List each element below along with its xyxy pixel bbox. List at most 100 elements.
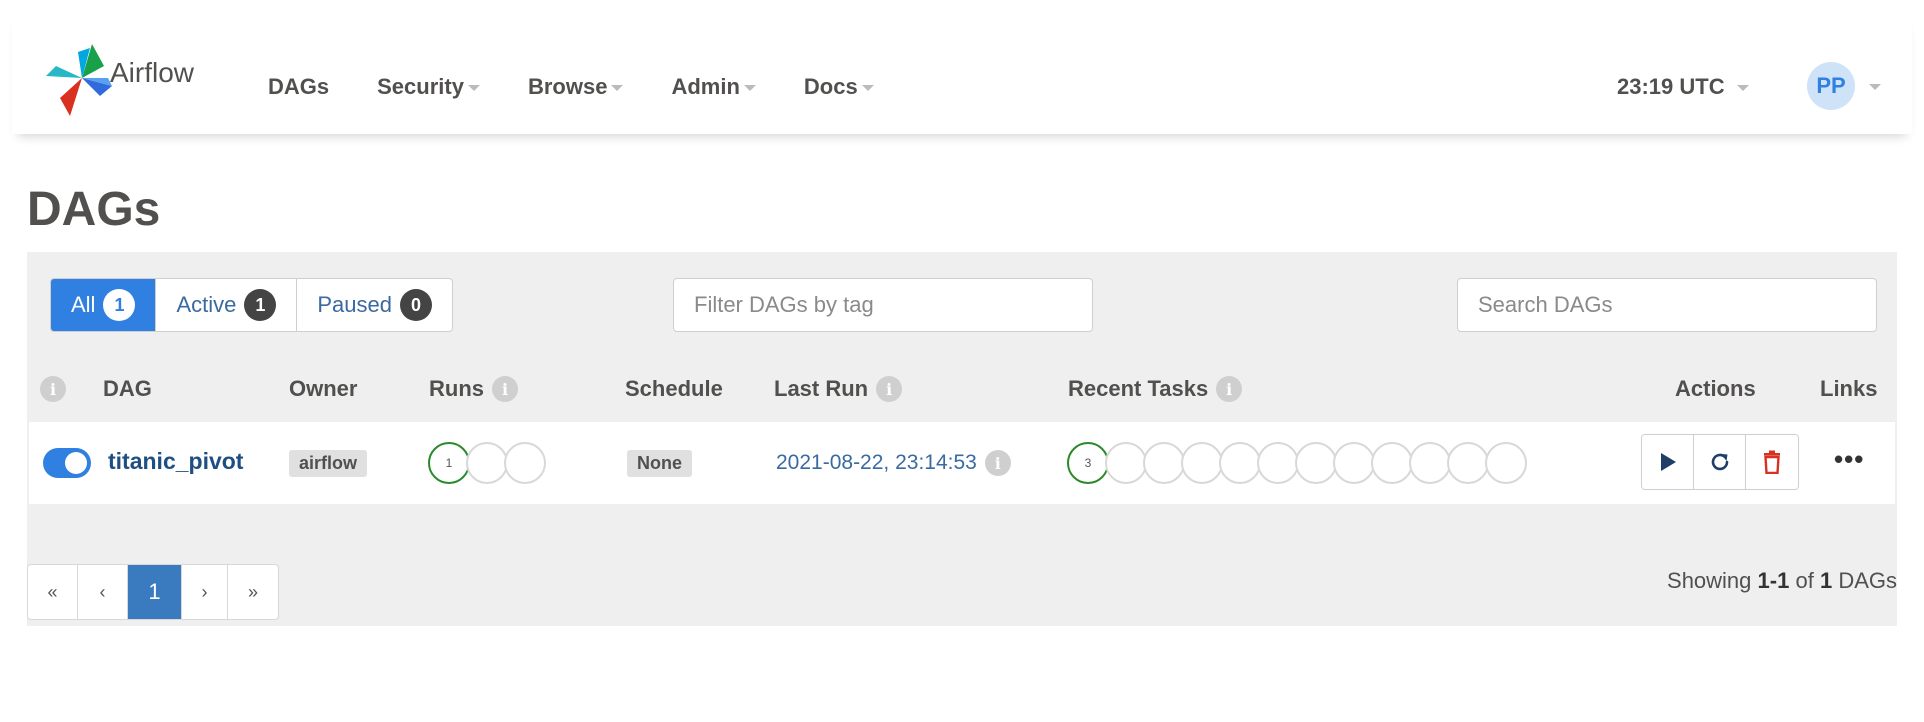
header-actions: Actions <box>1675 376 1756 402</box>
caret-down-icon <box>1869 84 1881 90</box>
owner-badge[interactable]: airflow <box>289 450 368 477</box>
header-runs: Runs i <box>429 376 518 402</box>
showing-total: 1 <box>1819 568 1833 593</box>
status-circle[interactable] <box>1181 442 1223 484</box>
page-next-button[interactable]: › <box>182 565 228 619</box>
header-dag-label: DAG <box>103 376 152 401</box>
status-circle[interactable] <box>1333 442 1375 484</box>
header-links-label: Links <box>1820 376 1878 401</box>
info-icon[interactable]: i <box>492 376 518 402</box>
pagination: « ‹ 1 › » <box>27 564 279 620</box>
trash-icon <box>1764 450 1780 474</box>
header-runs-label: Runs <box>429 376 484 401</box>
nav-dags[interactable]: DAGs <box>268 74 329 100</box>
last-run: 2021-08-22, 23:14:53 i <box>776 450 1011 476</box>
header-dag[interactable]: DAG <box>103 376 152 402</box>
airflow-logo-icon <box>46 44 112 116</box>
status-circle[interactable] <box>504 442 546 484</box>
header-links: Links <box>1820 376 1877 402</box>
last-run-link[interactable]: 2021-08-22, 23:14:53 <box>776 451 977 475</box>
caret-down-icon <box>1736 85 1749 91</box>
dag-link[interactable]: titanic_pivot <box>108 448 243 475</box>
brand-text: Airflow <box>110 57 195 88</box>
tag-filter-input[interactable] <box>673 278 1093 332</box>
filter-active-button[interactable]: Active 1 <box>156 279 298 331</box>
info-icon[interactable]: i <box>984 450 1011 476</box>
clock-text: 23:19 UTC <box>1617 74 1725 99</box>
header-owner[interactable]: Owner <box>289 376 357 402</box>
header-recent-tasks: Recent Tasks i <box>1068 376 1243 402</box>
delete-dag-button[interactable] <box>1746 435 1798 489</box>
status-circle[interactable] <box>1105 442 1147 484</box>
page-current-button[interactable]: 1 <box>128 565 182 619</box>
page-title: DAGs <box>27 183 161 236</box>
status-circle[interactable] <box>1295 442 1337 484</box>
user-menu[interactable]: PP <box>1807 62 1881 110</box>
filter-all-label: All <box>71 292 96 317</box>
status-circle[interactable] <box>1143 442 1185 484</box>
nav-dags-label: DAGs <box>268 74 330 99</box>
filter-all-count: 1 <box>103 289 136 321</box>
filter-paused-count: 0 <box>400 289 432 321</box>
status-circle[interactable] <box>466 442 508 484</box>
nav-browse-label: Browse <box>527 74 608 99</box>
caret-down-icon <box>861 85 874 91</box>
info-icon[interactable]: i <box>40 376 66 402</box>
showing-range: 1-1 <box>1757 568 1790 593</box>
caret-down-icon <box>467 85 480 91</box>
info-icon[interactable]: i <box>1216 376 1243 402</box>
avatar: PP <box>1807 62 1855 110</box>
header-schedule: Schedule <box>625 376 723 402</box>
showing-of: of <box>1795 568 1814 593</box>
status-circle[interactable] <box>1485 442 1527 484</box>
filter-paused-label: Paused <box>317 292 392 317</box>
nav-security[interactable]: Security <box>377 74 480 100</box>
actions-group <box>1641 434 1799 490</box>
header-actions-label: Actions <box>1675 376 1756 401</box>
status-circle[interactable] <box>1447 442 1489 484</box>
page-first-button[interactable]: « <box>28 565 78 619</box>
refresh-button[interactable] <box>1694 435 1746 489</box>
header-last-run: Last Run i <box>774 376 903 402</box>
status-circle[interactable] <box>1371 442 1413 484</box>
status-filter-group: All 1 Active 1 Paused 0 <box>50 278 453 332</box>
filter-all-button[interactable]: All 1 <box>51 279 157 331</box>
caret-down-icon <box>743 85 756 91</box>
caret-down-icon <box>611 85 624 91</box>
nav-docs-label: Docs <box>803 74 858 99</box>
page-last-button[interactable]: » <box>228 565 278 619</box>
play-icon <box>1660 453 1676 471</box>
status-circle-success[interactable]: 1 <box>428 442 470 484</box>
header-last-run-label: Last Run <box>774 376 869 401</box>
search-input[interactable] <box>1457 278 1877 332</box>
header-schedule-label: Schedule <box>625 376 723 401</box>
page-prev-button[interactable]: ‹ <box>78 565 128 619</box>
showing-summary: Showing 1-1 of 1 DAGs <box>1667 568 1897 594</box>
filter-active-label: Active <box>176 292 237 317</box>
header-owner-label: Owner <box>289 376 358 401</box>
header-recent-tasks-label: Recent Tasks <box>1068 376 1209 401</box>
header-info: i <box>40 376 66 402</box>
status-circle[interactable] <box>1409 442 1451 484</box>
nav-menu: DAGs Security Browse Admin Docs <box>268 74 922 100</box>
navbar: Airflow DAGs Security Browse Admin Docs … <box>12 14 1912 134</box>
filter-active-count: 1 <box>244 289 277 321</box>
pause-toggle[interactable] <box>43 448 91 478</box>
brand[interactable]: Airflow <box>42 40 194 120</box>
filter-paused-button[interactable]: Paused 0 <box>297 279 452 331</box>
nav-docs[interactable]: Docs <box>804 74 874 100</box>
nav-browse[interactable]: Browse <box>527 74 624 100</box>
status-circle[interactable] <box>1257 442 1299 484</box>
showing-prefix: Showing <box>1667 568 1752 593</box>
showing-suffix: DAGs <box>1838 568 1897 593</box>
status-circle[interactable] <box>1219 442 1261 484</box>
trigger-dag-button[interactable] <box>1642 435 1694 489</box>
nav-admin[interactable]: Admin <box>671 74 756 100</box>
links-menu-ellipsis-icon[interactable]: ••• <box>1834 444 1864 475</box>
clock-dropdown[interactable]: 23:19 UTC <box>1617 74 1749 100</box>
status-circle-success[interactable]: 3 <box>1067 442 1109 484</box>
dags-panel: All 1 Active 1 Paused 0 i DAG Owner Runs… <box>27 252 1897 626</box>
nav-security-label: Security <box>377 74 464 99</box>
schedule-badge[interactable]: None <box>627 450 692 477</box>
info-icon[interactable]: i <box>876 376 903 402</box>
